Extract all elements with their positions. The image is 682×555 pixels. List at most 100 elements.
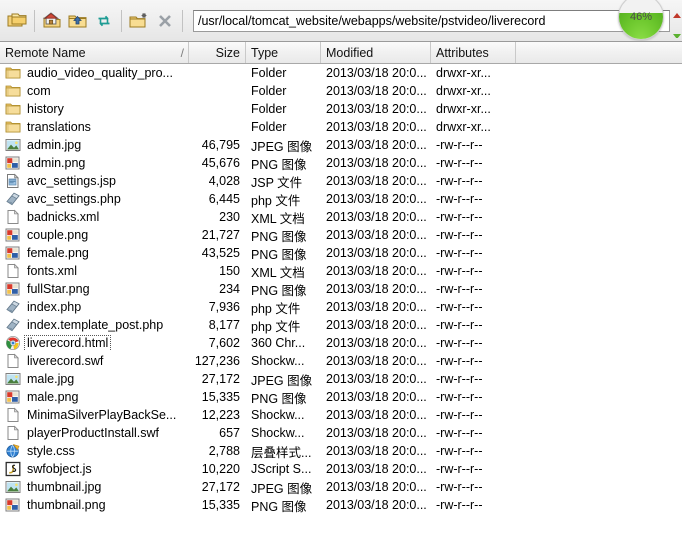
file-row[interactable]: com Folder 2013/03/18 20:0... drwxr-xr... <box>0 82 682 100</box>
file-row[interactable]: playerProductInstall.swf 657 Shockw... 2013… <box>0 424 682 442</box>
file-name-cell[interactable]: com <box>0 83 189 99</box>
file-attributes-cell: -rw-r--r-- <box>436 228 483 242</box>
file-row[interactable]: fullStar.png 234 PNG 图像 2013/03/18 20:0... -… <box>0 280 682 298</box>
file-name-label: male.jpg <box>27 371 75 386</box>
file-name-cell[interactable]: male.jpg <box>0 371 189 387</box>
file-name-cell[interactable]: playerProductInstall.swf <box>0 425 189 441</box>
file-row[interactable]: fonts.xml 150 XML 文档 2013/03/18 20:0... -rw-… <box>0 262 682 280</box>
file-row[interactable]: audio_video_quality_pro... Folder 2013/03/… <box>0 64 682 82</box>
file-row[interactable]: male.png 15,335 PNG 图像 2013/03/18 20:0... -r… <box>0 388 682 406</box>
file-row[interactable]: admin.png 45,676 PNG 图像 2013/03/18 20:0... -… <box>0 154 682 172</box>
file-row[interactable]: index.php 7,936 php 文件 2013/03/18 20:0... -r… <box>0 298 682 316</box>
file-size-cell: 21,727 <box>201 228 240 242</box>
file-name-cell[interactable]: translations <box>0 119 189 135</box>
file-row[interactable]: MinimaSilverPlayBackSe... 12,223 Shockw...… <box>0 406 682 424</box>
file-row[interactable]: admin.jpg 46,795 JPEG 图像 2013/03/18 20:0...… <box>0 136 682 154</box>
transfer-progress-badge[interactable]: 46% <box>618 0 664 40</box>
file-name-cell[interactable]: male.png <box>0 389 189 405</box>
delete-button[interactable] <box>152 8 178 34</box>
file-name-label: audio_video_quality_pro... <box>27 65 173 80</box>
file-name-cell[interactable]: index.php <box>0 299 189 315</box>
png-image-icon <box>5 389 21 405</box>
file-name-cell[interactable]: swfobject.js <box>0 461 189 477</box>
file-attributes-cell: drwxr-xr... <box>436 102 491 116</box>
column-header-type[interactable]: Type <box>246 42 321 63</box>
file-name-label: swfobject.js <box>27 461 92 476</box>
file-name-cell[interactable]: female.png <box>0 245 189 261</box>
file-row[interactable]: history Folder 2013/03/18 20:0... drwxr-xr.… <box>0 100 682 118</box>
file-row[interactable]: liverecord.swf 127,236 Shockw... 2013/03/18… <box>0 352 682 370</box>
file-size-cell: 6,445 <box>208 192 240 206</box>
new-folder-icon <box>129 12 147 27</box>
column-header-remote-name[interactable]: Remote Name / <box>0 42 189 63</box>
file-name-label: admin.png <box>27 155 86 170</box>
file-type-cell: JPEG 图像 <box>251 139 313 154</box>
up-folder-button[interactable] <box>65 8 91 34</box>
refresh-button[interactable] <box>91 8 117 34</box>
file-row[interactable]: avc_settings.jsp 4,028 JSP 文件 2013/03/18 20… <box>0 172 682 190</box>
file-row[interactable]: male.jpg 27,172 JPEG 图像 2013/03/18 20:0... -… <box>0 370 682 388</box>
new-folder-button[interactable] <box>126 8 152 34</box>
close-x-icon <box>159 14 171 27</box>
file-attributes-cell: -rw-r--r-- <box>436 138 483 152</box>
file-name-cell[interactable]: admin.jpg <box>0 137 189 153</box>
file-row[interactable]: thumbnail.jpg 27,172 JPEG 图像 2013/03/18 20:… <box>0 478 682 496</box>
file-name-label: avc_settings.php <box>27 191 121 206</box>
file-name-cell[interactable]: fullStar.png <box>0 281 189 297</box>
jpeg-image-icon <box>5 137 21 153</box>
file-attributes-cell: -rw-r--r-- <box>436 480 483 494</box>
file-row[interactable]: avc_settings.php 6,445 php 文件 2013/03/18 20… <box>0 190 682 208</box>
file-attributes-cell: -rw-r--r-- <box>436 156 483 170</box>
file-row[interactable]: badnicks.xml 230 XML 文档 2013/03/18 20:0... -… <box>0 208 682 226</box>
file-modified-cell: 2013/03/18 20:0... <box>326 480 427 494</box>
file-attributes-cell: -rw-r--r-- <box>436 498 483 512</box>
file-row[interactable]: thumbnail.png 15,335 PNG 图像 2013/03/18 20:0… <box>0 496 682 514</box>
file-attributes-cell: -rw-r--r-- <box>436 444 483 458</box>
file-row[interactable]: style.css 2,788 层叠样式... 2013/03/18 20:0... -… <box>0 442 682 460</box>
column-header-label: Size <box>215 45 240 60</box>
file-modified-cell: 2013/03/18 20:0... <box>326 354 427 368</box>
file-name-cell[interactable]: MinimaSilverPlayBackSe... <box>0 407 189 423</box>
file-name-cell[interactable]: avc_settings.jsp <box>0 173 189 189</box>
file-row[interactable]: translations Folder 2013/03/18 20:0... drwx… <box>0 118 682 136</box>
file-name-cell[interactable]: style.css <box>0 443 189 459</box>
file-row[interactable]: swfobject.js 10,220 JScript S... 2013/03/18… <box>0 460 682 478</box>
file-name-cell[interactable]: fonts.xml <box>0 263 189 279</box>
home-folder-button[interactable] <box>39 8 65 34</box>
file-name-cell[interactable]: liverecord.swf <box>0 353 189 369</box>
file-name-cell[interactable]: audio_video_quality_pro... <box>0 65 189 81</box>
file-name-cell[interactable]: badnicks.xml <box>0 209 189 225</box>
file-name-cell[interactable]: thumbnail.png <box>0 497 189 513</box>
file-type-cell: php 文件 <box>251 193 301 208</box>
file-size-cell: 27,172 <box>201 372 240 386</box>
address-input[interactable]: /usr/local/tomcat_website/webapps/websit… <box>193 9 670 32</box>
column-header-size[interactable]: Size <box>189 42 246 63</box>
file-name-cell[interactable]: liverecord.html <box>0 335 189 351</box>
blank-doc-icon <box>5 425 21 441</box>
file-row[interactable]: index.template_post.php 8,177 php 文件 2013/0… <box>0 316 682 334</box>
toolbar-separator <box>121 9 122 32</box>
file-attributes-cell: -rw-r--r-- <box>436 300 483 314</box>
column-header-modified[interactable]: Modified <box>321 42 431 63</box>
file-name-cell[interactable]: index.template_post.php <box>0 317 189 333</box>
file-size-cell: 7,936 <box>208 300 240 314</box>
file-name-cell[interactable]: history <box>0 101 189 117</box>
png-image-icon <box>5 155 21 171</box>
file-modified-cell: 2013/03/18 20:0... <box>326 102 427 116</box>
file-row[interactable]: female.png 43,525 PNG 图像 2013/03/18 20:0...… <box>0 244 682 262</box>
file-type-cell: PNG 图像 <box>251 229 307 244</box>
file-name-cell[interactable]: avc_settings.php <box>0 191 189 207</box>
file-name-cell[interactable]: admin.png <box>0 155 189 171</box>
file-type-cell: PNG 图像 <box>251 157 307 172</box>
file-modified-cell: 2013/03/18 20:0... <box>326 444 427 458</box>
file-name-label: liverecord.html <box>23 335 112 351</box>
file-attributes-cell: drwxr-xr... <box>436 66 491 80</box>
file-row[interactable]: couple.png 21,727 PNG 图像 2013/03/18 20:0...… <box>0 226 682 244</box>
file-name-cell[interactable]: couple.png <box>0 227 189 243</box>
remote-file-list[interactable]: audio_video_quality_pro... Folder 2013/03/… <box>0 64 682 554</box>
open-folder-pair-button[interactable] <box>4 8 30 34</box>
column-header-attributes[interactable]: Attributes <box>431 42 516 63</box>
file-name-cell[interactable]: thumbnail.jpg <box>0 479 189 495</box>
folder-icon <box>5 119 21 135</box>
file-row[interactable]: liverecord.html 7,602 360 Chr... 2013/03/18… <box>0 334 682 352</box>
